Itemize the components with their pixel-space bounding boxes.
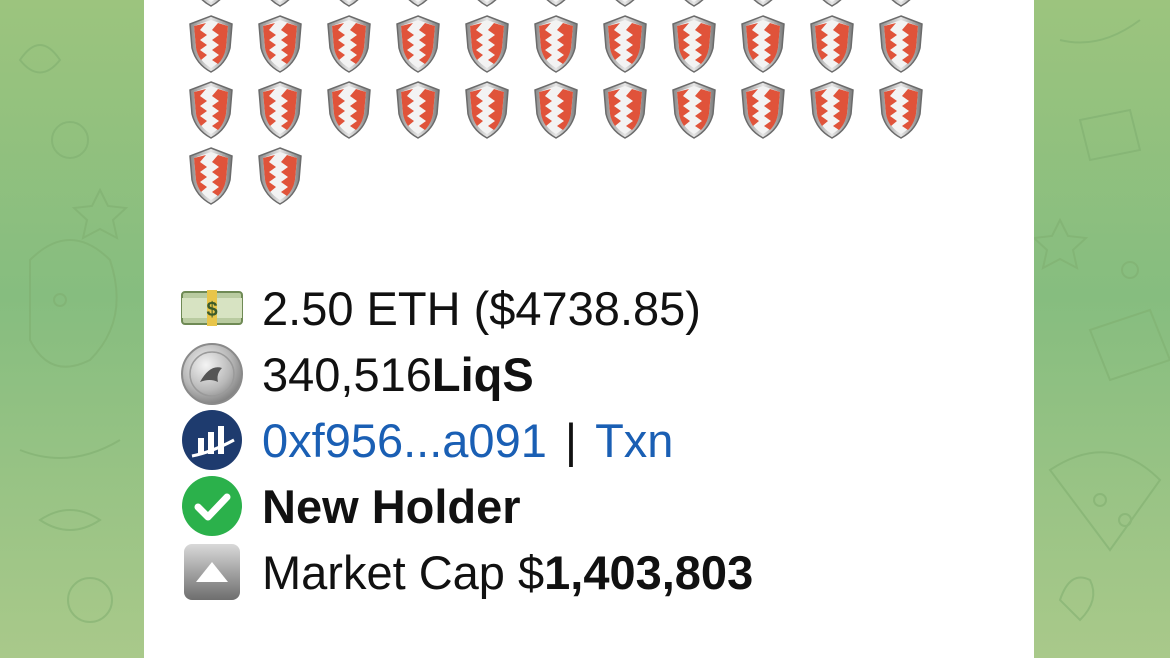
bahrain-flag-shield-icon xyxy=(753,0,773,7)
bahrain-flag-shield-icon xyxy=(822,0,842,7)
bahrain-flag-shield-icon xyxy=(879,15,923,73)
bahrain-flag-shield-icon xyxy=(408,0,428,7)
bahrain-flag-shield-icon xyxy=(189,15,233,73)
bahrain-flag-shield-icon xyxy=(891,0,911,7)
bahrain-flag-shield-icon xyxy=(810,15,854,73)
bahrain-flag-shield-icon xyxy=(534,81,578,139)
eth-amount-line: $ 2.50 ETH ($4738.85) xyxy=(180,275,753,341)
token-amount-line: 340,516 LiqS xyxy=(180,341,753,407)
bahrain-flag-shield-icon xyxy=(327,15,371,73)
bahrain-flag-shield-icon xyxy=(189,81,233,139)
bahrain-flag-shield-icon xyxy=(741,81,785,139)
market-cap-line: Market Cap $1,403,803 xyxy=(180,539,753,605)
bahrain-flag-shield-icon xyxy=(327,81,371,139)
bahrain-flag-shield-icon xyxy=(396,15,440,73)
bahrain-flag-shield-icon xyxy=(879,81,923,139)
shield-row xyxy=(188,0,948,14)
bahrain-flag-shield-icon xyxy=(258,15,302,73)
chart-logo-icon xyxy=(182,410,242,470)
bahrain-flag-shield-icon xyxy=(258,147,302,205)
token-symbol: LiqS xyxy=(431,347,534,401)
shield-row xyxy=(188,14,948,80)
shield-row xyxy=(188,146,948,212)
bahrain-flag-shield-icon xyxy=(546,0,566,7)
bahrain-flag-shield-icon xyxy=(603,81,647,139)
bahrain-flag-shield-icon xyxy=(258,81,302,139)
bahrain-flag-shield-icon xyxy=(396,81,440,139)
bahrain-flag-shield-icon xyxy=(465,81,509,139)
eth-amount-text: 2.50 ETH ($4738.85) xyxy=(262,281,701,335)
silver-coin-icon xyxy=(181,343,243,405)
green-check-icon xyxy=(182,476,242,536)
market-cap-value: 1,403,803 xyxy=(544,545,754,599)
holder-status-text: New Holder xyxy=(262,479,521,533)
token-amount: 340,516 xyxy=(262,347,432,401)
up-arrow-box-icon xyxy=(184,544,240,600)
link-separator: | xyxy=(564,413,578,467)
bahrain-flag-shield-icon xyxy=(189,147,233,205)
wallet-line: 0xf956...a091 | Txn xyxy=(180,407,753,473)
bahrain-flag-shield-icon xyxy=(201,0,221,7)
bahrain-flag-shield-icon xyxy=(465,15,509,73)
shield-row xyxy=(188,80,948,146)
bahrain-flag-shield-icon xyxy=(477,0,497,7)
message-details: $ 2.50 ETH ($4738.85) 340,516 LiqS 0xf95… xyxy=(180,275,753,605)
shield-emoji-grid xyxy=(188,0,948,212)
wallet-address-link[interactable]: 0xf956...a091 xyxy=(262,413,547,468)
txn-link[interactable]: Txn xyxy=(595,413,673,468)
bahrain-flag-shield-icon xyxy=(684,0,704,7)
market-cap-label: Market Cap $ xyxy=(262,545,545,599)
bahrain-flag-shield-icon xyxy=(339,0,359,7)
bahrain-flag-shield-icon xyxy=(672,15,716,73)
bahrain-flag-shield-icon xyxy=(615,0,635,7)
svg-text:$: $ xyxy=(206,299,217,321)
bahrain-flag-shield-icon xyxy=(534,15,578,73)
money-bag-dollar-icon: $ xyxy=(181,290,243,326)
bahrain-flag-shield-icon xyxy=(603,15,647,73)
bahrain-flag-shield-icon xyxy=(741,15,785,73)
bahrain-flag-shield-icon xyxy=(810,81,854,139)
bahrain-flag-shield-icon xyxy=(672,81,716,139)
holder-status-line: New Holder xyxy=(180,473,753,539)
bahrain-flag-shield-icon xyxy=(270,0,290,7)
